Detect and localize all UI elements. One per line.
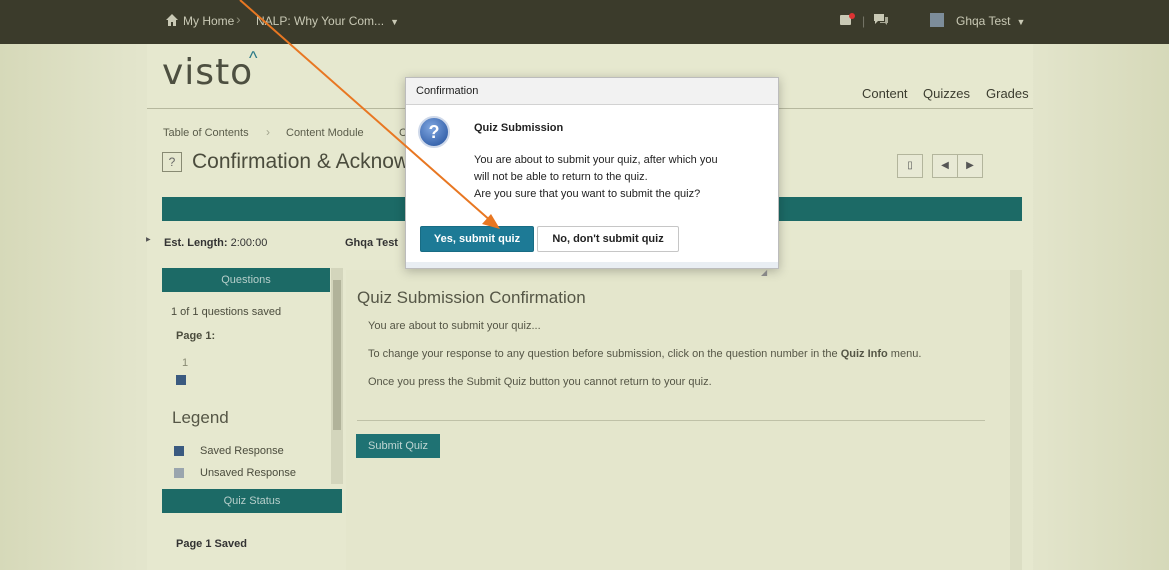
quiz-info-text: Quiz Info bbox=[840, 348, 888, 360]
dialog-title: Confirmation bbox=[416, 85, 479, 97]
confirmation-dialog: Confirmation ? Quiz Submission You are a… bbox=[405, 77, 779, 277]
dialog-footer bbox=[406, 262, 778, 268]
user-menu[interactable]: Ghqa Test ▼ bbox=[956, 14, 1025, 28]
bookmark-icon: ▯ bbox=[907, 160, 913, 171]
submit-quiz-button[interactable]: Submit Quiz bbox=[356, 434, 440, 458]
resize-handle-icon[interactable]: ◢ bbox=[761, 268, 767, 277]
dialog-line-2: will not be able to return to the quiz. bbox=[474, 171, 648, 183]
estimated-length: Est. Length: 2:00:00 bbox=[164, 237, 267, 249]
submission-heading: Quiz Submission Confirmation bbox=[357, 288, 586, 307]
home-icon[interactable] bbox=[165, 13, 179, 27]
saved-response-icon bbox=[174, 446, 184, 456]
top-nav-bar: My Home › NALP: Why Your Com... ▼ | Ghqa … bbox=[0, 0, 1169, 44]
course-selector[interactable]: NALP: Why Your Com... ▼ bbox=[256, 14, 399, 28]
questions-header[interactable]: Questions bbox=[162, 268, 330, 292]
legend-unsaved-label: Unsaved Response bbox=[200, 467, 297, 479]
breadcrumb-toc[interactable]: Table of Contents bbox=[163, 127, 249, 139]
line-2-suffix: menu. bbox=[890, 348, 922, 360]
main-scrollbar[interactable] bbox=[1010, 270, 1022, 570]
nav-content[interactable]: Content bbox=[862, 86, 908, 101]
chevron-down-icon: ▼ bbox=[390, 17, 399, 27]
line-2-prefix: To change your response to any question … bbox=[368, 348, 838, 360]
chat-icon[interactable] bbox=[873, 13, 889, 27]
unsaved-response-icon bbox=[174, 468, 184, 478]
legend-title: Legend bbox=[172, 408, 229, 427]
user-name: Ghqa Test bbox=[956, 14, 1011, 28]
nav-quizzes[interactable]: Quizzes bbox=[923, 86, 970, 101]
saved-response-icon bbox=[176, 375, 186, 385]
chevron-left-icon: ◀ bbox=[941, 160, 949, 171]
chevron-right-icon: ▶ bbox=[966, 160, 974, 171]
quiz-status-header[interactable]: Quiz Status bbox=[162, 489, 342, 513]
course-selector-label: NALP: Why Your Com... bbox=[256, 14, 385, 28]
notifications-icon[interactable] bbox=[838, 12, 856, 28]
left-panel-scroll-thumb[interactable] bbox=[333, 280, 341, 430]
logo-caret-mark: ^ bbox=[249, 48, 258, 68]
nav-grades[interactable]: Grades bbox=[986, 86, 1029, 101]
question-mark-icon: ? bbox=[418, 116, 450, 148]
divider: | bbox=[862, 14, 866, 28]
dialog-line-3: Are you sure that you want to submit the… bbox=[474, 188, 701, 200]
questions-saved-count: 1 of 1 questions saved bbox=[171, 306, 282, 318]
next-button[interactable]: ▶ bbox=[957, 154, 983, 178]
user-avatar[interactable] bbox=[930, 13, 944, 27]
bookmark-button[interactable]: ▯ bbox=[897, 154, 923, 178]
page-label: Page 1: bbox=[176, 330, 216, 342]
visto-logo[interactable]: visto bbox=[162, 52, 253, 93]
quiz-owner: Ghqa Test bbox=[345, 237, 398, 249]
collapse-arrow-icon[interactable]: ▶ bbox=[146, 236, 151, 243]
question-number-link[interactable]: 1 bbox=[182, 357, 188, 369]
est-length-value: 2:00:00 bbox=[230, 237, 268, 249]
page-title: Confirmation & Acknow bbox=[192, 150, 410, 173]
previous-button[interactable]: ◀ bbox=[932, 154, 958, 178]
dialog-heading: Quiz Submission bbox=[474, 122, 564, 134]
no-dont-submit-button[interactable]: No, don't submit quiz bbox=[537, 226, 679, 252]
chevron-down-icon: ▼ bbox=[1016, 17, 1026, 27]
question-type-icon: ? bbox=[162, 152, 182, 172]
my-home-link[interactable]: My Home bbox=[183, 14, 234, 28]
breadcrumb-module[interactable]: Content Module bbox=[286, 127, 364, 139]
submission-line-2: To change your response to any question … bbox=[368, 348, 921, 360]
breadcrumb-separator-icon: › bbox=[266, 125, 270, 139]
legend-saved-label: Saved Response bbox=[200, 445, 284, 457]
content-divider bbox=[357, 420, 985, 421]
est-length-label: Est. Length: bbox=[164, 237, 228, 249]
page-status: Page 1 Saved bbox=[176, 538, 247, 550]
breadcrumb-separator-icon: › bbox=[236, 11, 241, 27]
yes-submit-quiz-button[interactable]: Yes, submit quiz bbox=[420, 226, 534, 252]
dialog-header: Confirmation bbox=[406, 78, 778, 105]
submission-line-1: You are about to submit your quiz... bbox=[368, 320, 541, 332]
submission-line-3: Once you press the Submit Quiz button yo… bbox=[368, 376, 712, 388]
dialog-line-1: You are about to submit your quiz, after… bbox=[474, 154, 718, 166]
